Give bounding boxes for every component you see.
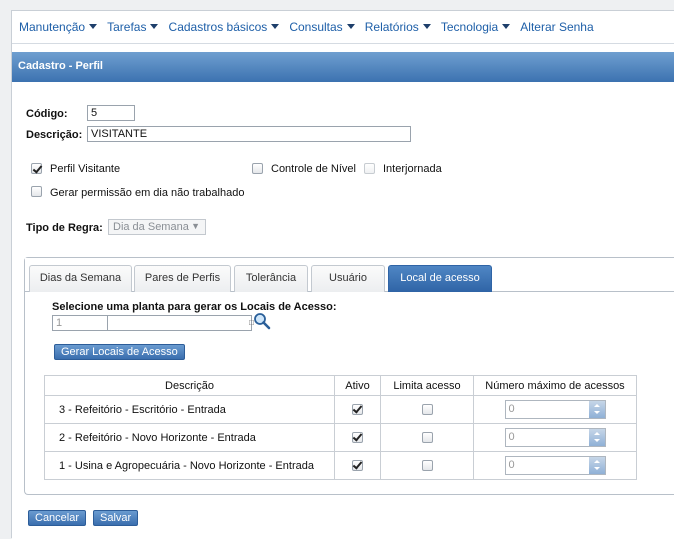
locais-acesso-table: Descrição Ativo Limita acesso Número máx… xyxy=(44,375,637,480)
maximo-value: 0 xyxy=(508,459,515,471)
main-menu-bar: Manutenção Tarefas Cadastros básicos Con… xyxy=(12,11,674,44)
interjornada-label: Interjornada xyxy=(383,163,442,175)
table-header-row: Descrição Ativo Limita acesso Número máx… xyxy=(44,375,637,396)
row-limita-cell xyxy=(380,423,474,452)
tab-local-de-acesso[interactable]: Local de acesso xyxy=(388,265,492,292)
codigo-input[interactable] xyxy=(87,105,135,121)
descricao-label: Descrição: xyxy=(26,129,83,141)
limita-acesso-checkbox[interactable] xyxy=(421,460,433,472)
spin-arrows-icon[interactable] xyxy=(588,457,605,474)
menu-label: Tecnologia xyxy=(440,20,499,34)
caret-down-icon xyxy=(422,24,431,29)
salvar-button[interactable]: Salvar xyxy=(93,510,139,526)
controle-nivel-label: Controle de Nível xyxy=(271,163,356,175)
row-maximo-cell: 0 xyxy=(473,423,637,452)
magnifier-icon[interactable] xyxy=(253,312,271,330)
menu-tecnologia[interactable]: Tecnologia xyxy=(440,20,511,34)
limita-acesso-checkbox[interactable] xyxy=(421,404,433,416)
tab-panel: Dias da Semana Pares de Perfis Tolerânci… xyxy=(24,257,674,495)
chevron-down-icon: ▼ xyxy=(191,221,200,231)
menu-label: Consultas xyxy=(289,20,343,34)
menu-cadastros-basicos[interactable]: Cadastros básicos xyxy=(169,20,280,34)
gerar-permissao-label: Gerar permissão em dia não trabalhado xyxy=(50,187,245,199)
tab-label: Tolerância xyxy=(245,272,297,284)
row-ativo-cell xyxy=(334,451,381,480)
ativo-checkbox[interactable] xyxy=(352,432,363,444)
planta-select-label: Selecione uma planta para gerar os Locai… xyxy=(52,301,337,313)
ativo-checkbox[interactable] xyxy=(352,404,363,416)
menu-tarefas[interactable]: Tarefas xyxy=(107,20,159,34)
caret-down-icon xyxy=(150,24,159,29)
codigo-label: Código: xyxy=(26,108,68,120)
col-ativo: Ativo xyxy=(334,375,381,396)
menu-label: Manutenção xyxy=(19,20,86,34)
spin-arrows-icon[interactable] xyxy=(588,401,605,418)
row-descricao: 2 - Refeitório - Novo Horizonte - Entrad… xyxy=(44,423,335,452)
table-row: 2 - Refeitório - Novo Horizonte - Entrad… xyxy=(44,423,637,452)
col-numero-maximo: Número máximo de acessos xyxy=(473,375,637,396)
tab-usuario[interactable]: Usuário xyxy=(311,265,385,292)
tipo-regra-select[interactable]: Dia da Semana ▼ xyxy=(108,219,206,235)
menu-relatorios[interactable]: Relatórios xyxy=(365,20,431,34)
limita-acesso-checkbox[interactable] xyxy=(421,432,433,444)
maximo-value: 0 xyxy=(508,431,515,443)
tab-label: Dias da Semana xyxy=(39,272,122,284)
maximo-acessos-spinner[interactable]: 0 xyxy=(504,428,606,447)
row-ativo-cell xyxy=(334,423,381,452)
perfil-visitante-checkbox[interactable] xyxy=(31,163,42,174)
spin-arrows-icon[interactable] xyxy=(588,429,605,446)
menu-alterar-senha[interactable]: Alterar Senha xyxy=(520,20,593,34)
menu-label: Alterar Senha xyxy=(520,20,594,34)
caret-down-icon xyxy=(346,24,355,29)
gerar-permissao-checkbox[interactable] xyxy=(31,186,42,197)
caret-down-icon xyxy=(89,24,98,29)
table-row: 3 - Refeitório - Escritório - Entrada 0 xyxy=(44,395,637,424)
row-limita-cell xyxy=(380,395,474,424)
maximo-acessos-spinner[interactable]: 0 xyxy=(504,456,606,475)
tab-label: Usuário xyxy=(329,272,367,284)
tab-dias-da-semana[interactable]: Dias da Semana xyxy=(29,265,132,292)
tab-label: Local de acesso xyxy=(400,272,480,284)
menu-label: Cadastros básicos xyxy=(168,20,268,34)
row-maximo-cell: 0 xyxy=(473,395,637,424)
row-descricao: 1 - Usina e Agropecuária - Novo Horizont… xyxy=(44,451,335,480)
gerar-locais-button[interactable]: Gerar Locais de Acesso xyxy=(54,344,185,360)
menu-consultas[interactable]: Consultas xyxy=(289,20,355,34)
interjornada-checkbox[interactable] xyxy=(364,163,375,174)
panel-title: Cadastro - Perfil xyxy=(18,60,103,72)
table-row: 1 - Usina e Agropecuária - Novo Horizont… xyxy=(44,451,637,480)
caret-down-icon xyxy=(502,24,511,29)
form-content: Código: Descrição: Perfil Visitante Cont… xyxy=(12,82,674,539)
ativo-checkbox[interactable] xyxy=(352,460,363,472)
descricao-input[interactable] xyxy=(87,126,411,142)
menu-manutencao[interactable]: Manutenção xyxy=(19,20,98,34)
controle-nivel-checkbox[interactable] xyxy=(252,163,263,174)
maximo-acessos-spinner[interactable]: 0 xyxy=(504,400,606,419)
app-frame: Manutenção Tarefas Cadastros básicos Con… xyxy=(11,10,674,539)
panel-header: Cadastro - Perfil xyxy=(12,52,674,82)
tab-strip: Dias da Semana Pares de Perfis Tolerânci… xyxy=(25,258,674,292)
col-limita-acesso: Limita acesso xyxy=(380,375,474,396)
tab-pares-de-perfis[interactable]: Pares de Perfis xyxy=(134,265,231,292)
menu-label: Tarefas xyxy=(107,20,147,34)
col-descricao: Descrição xyxy=(44,375,335,396)
perfil-visitante-label: Perfil Visitante xyxy=(50,163,121,175)
planta-code-input[interactable] xyxy=(52,315,108,331)
tab-label: Pares de Perfis xyxy=(144,272,221,284)
caret-down-icon xyxy=(271,24,280,29)
cancelar-button[interactable]: Cancelar xyxy=(28,510,87,526)
menu-label: Relatórios xyxy=(364,20,419,34)
tab-tolerancia[interactable]: Tolerância xyxy=(234,265,308,292)
row-descricao: 3 - Refeitório - Escritório - Entrada xyxy=(44,395,335,424)
maximo-value: 0 xyxy=(508,403,515,415)
tipo-regra-value: Dia da Semana xyxy=(113,221,189,233)
row-maximo-cell: 0 xyxy=(473,451,637,480)
row-ativo-cell xyxy=(334,395,381,424)
row-limita-cell xyxy=(380,451,474,480)
tipo-regra-label: Tipo de Regra: xyxy=(26,222,103,234)
planta-name-field[interactable] xyxy=(107,315,252,331)
